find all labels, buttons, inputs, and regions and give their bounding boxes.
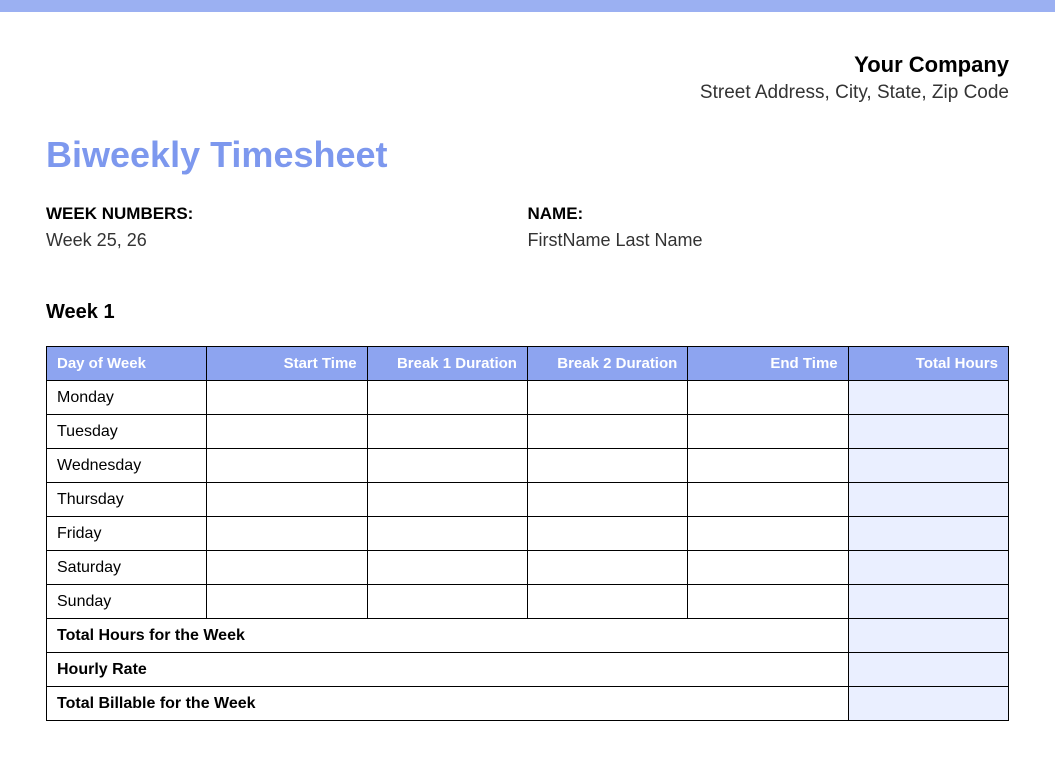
total-hours-label: Total Hours for the Week [47,619,849,653]
summary-total-billable-row: Total Billable for the Week [47,687,1009,721]
break1-cell[interactable] [367,551,527,585]
start-cell[interactable] [207,517,367,551]
end-cell[interactable] [688,381,848,415]
end-cell[interactable] [688,585,848,619]
name-block: NAME: FirstName Last Name [528,204,1010,251]
end-cell[interactable] [688,551,848,585]
table-row: Monday [47,381,1009,415]
name-label: NAME: [528,204,1010,224]
company-address: Street Address, City, State, Zip Code [46,82,1009,104]
break2-cell[interactable] [527,415,687,449]
end-cell[interactable] [688,483,848,517]
timesheet-table: Day of Week Start Time Break 1 Duration … [46,346,1009,721]
break1-cell[interactable] [367,483,527,517]
start-cell[interactable] [207,415,367,449]
total-cell [848,551,1008,585]
end-cell[interactable] [688,449,848,483]
start-cell[interactable] [207,483,367,517]
hourly-rate-label: Hourly Rate [47,653,849,687]
table-row: Thursday [47,483,1009,517]
header-day: Day of Week [47,347,207,381]
break1-cell[interactable] [367,415,527,449]
company-header: Your Company Street Address, City, State… [46,52,1009,104]
day-label: Thursday [47,483,207,517]
break1-cell[interactable] [367,517,527,551]
end-cell[interactable] [688,517,848,551]
break2-cell[interactable] [527,449,687,483]
info-row: WEEK NUMBERS: Week 25, 26 NAME: FirstNam… [46,204,1009,251]
end-cell[interactable] [688,415,848,449]
total-cell [848,585,1008,619]
page-title: Biweekly Timesheet [46,134,1009,176]
break2-cell[interactable] [527,585,687,619]
summary-total-hours-row: Total Hours for the Week [47,619,1009,653]
total-cell [848,517,1008,551]
day-label: Sunday [47,585,207,619]
total-billable-label: Total Billable for the Week [47,687,849,721]
company-name: Your Company [46,52,1009,78]
break1-cell[interactable] [367,449,527,483]
start-cell[interactable] [207,551,367,585]
header-break2: Break 2 Duration [527,347,687,381]
table-row: Saturday [47,551,1009,585]
break1-cell[interactable] [367,585,527,619]
hourly-rate-value[interactable] [848,653,1008,687]
break2-cell[interactable] [527,483,687,517]
document-container: Your Company Street Address, City, State… [0,12,1055,761]
header-start: Start Time [207,347,367,381]
break1-cell[interactable] [367,381,527,415]
header-total: Total Hours [848,347,1008,381]
day-label: Monday [47,381,207,415]
break2-cell[interactable] [527,381,687,415]
week-numbers-label: WEEK NUMBERS: [46,204,528,224]
total-hours-value [848,619,1008,653]
table-row: Tuesday [47,415,1009,449]
header-break1: Break 1 Duration [367,347,527,381]
header-end: End Time [688,347,848,381]
day-label: Wednesday [47,449,207,483]
table-row: Friday [47,517,1009,551]
total-cell [848,415,1008,449]
day-label: Friday [47,517,207,551]
table-header-row: Day of Week Start Time Break 1 Duration … [47,347,1009,381]
summary-hourly-rate-row: Hourly Rate [47,653,1009,687]
day-label: Saturday [47,551,207,585]
break2-cell[interactable] [527,517,687,551]
break2-cell[interactable] [527,551,687,585]
total-cell [848,483,1008,517]
total-billable-value [848,687,1008,721]
week-numbers-block: WEEK NUMBERS: Week 25, 26 [46,204,528,251]
day-label: Tuesday [47,415,207,449]
table-row: Wednesday [47,449,1009,483]
start-cell[interactable] [207,585,367,619]
top-accent-bar [0,0,1055,12]
start-cell[interactable] [207,381,367,415]
name-value: FirstName Last Name [528,230,1010,251]
table-row: Sunday [47,585,1009,619]
total-cell [848,381,1008,415]
start-cell[interactable] [207,449,367,483]
week-title: Week 1 [46,301,1009,324]
total-cell [848,449,1008,483]
week-numbers-value: Week 25, 26 [46,230,528,251]
